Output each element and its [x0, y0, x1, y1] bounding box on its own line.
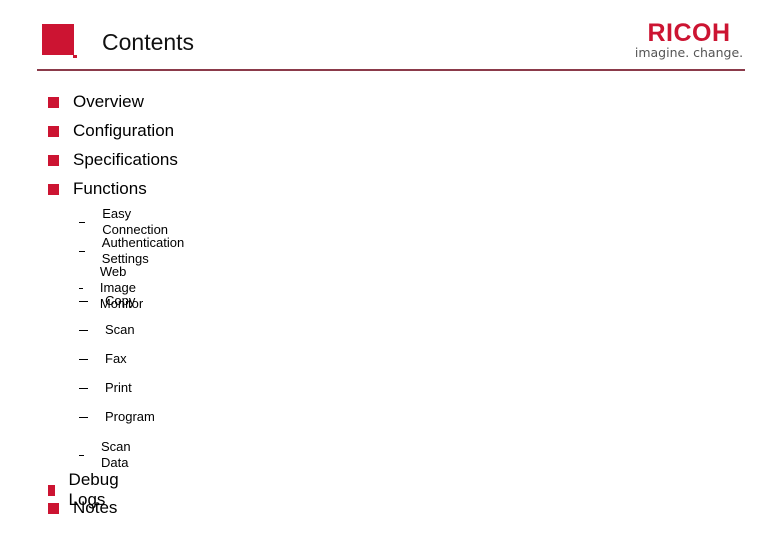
- header-divider: [37, 69, 745, 71]
- functions-subitem: Program: [79, 409, 155, 425]
- functions-subitem: Copy: [79, 293, 135, 309]
- subitem-label: Authentication Settings: [101, 235, 185, 266]
- dash-bullet-icon: [79, 454, 84, 456]
- contents-item-label: Notes: [73, 498, 118, 517]
- functions-subitem: Fax: [79, 351, 127, 367]
- subitem-label: Copy: [105, 293, 136, 308]
- functions-subitem: Print: [79, 380, 132, 396]
- square-bullet-icon: [48, 154, 59, 166]
- contents-item-label: Specifications: [73, 150, 178, 169]
- dash-bullet-icon: [79, 300, 88, 302]
- brand-name: RICOH: [647, 19, 731, 47]
- subitem-label: Easy Connection: [102, 206, 169, 237]
- dash-bullet-icon: [79, 221, 86, 223]
- functions-subitem: Scan: [79, 322, 135, 338]
- dash-bullet-icon: [79, 416, 88, 418]
- dash-bullet-icon: [79, 287, 83, 289]
- square-bullet-icon: [48, 125, 59, 137]
- dash-bullet-icon: [79, 387, 88, 389]
- contents-item: Functions: [48, 179, 147, 199]
- functions-subitem: Easy Connection: [79, 206, 171, 238]
- square-bullet-icon: [48, 484, 55, 496]
- contents-item: Overview: [48, 92, 144, 112]
- square-bullet-icon: [48, 96, 59, 108]
- contents-item-label: Functions: [73, 179, 147, 198]
- subitem-label: Scan: [105, 322, 135, 337]
- slide-logo-square: [42, 24, 77, 58]
- dash-bullet-icon: [79, 250, 85, 252]
- contents-item: Notes: [48, 498, 117, 518]
- contents-item-label: Configuration: [73, 121, 175, 140]
- contents-item-label: Overview: [73, 92, 144, 111]
- contents-item: Specifications: [48, 150, 178, 170]
- dash-bullet-icon: [79, 329, 88, 331]
- square-bullet-icon: [48, 183, 59, 195]
- functions-subitem: Scan Data: [79, 439, 135, 471]
- brand-tagline: imagine. change.: [634, 45, 744, 60]
- subitem-label: Scan Data: [100, 439, 131, 470]
- ricoh-logo: RICOH imagine. change.: [632, 20, 746, 60]
- subitem-label: Fax: [105, 351, 127, 366]
- functions-subitem: Authentication Settings: [79, 235, 187, 267]
- page-title: Contents: [102, 29, 195, 55]
- contents-item: Configuration: [48, 121, 174, 141]
- subitem-label: Program: [105, 409, 155, 424]
- subitem-label: Print: [105, 380, 132, 395]
- dash-bullet-icon: [79, 358, 88, 360]
- square-bullet-icon: [48, 502, 59, 514]
